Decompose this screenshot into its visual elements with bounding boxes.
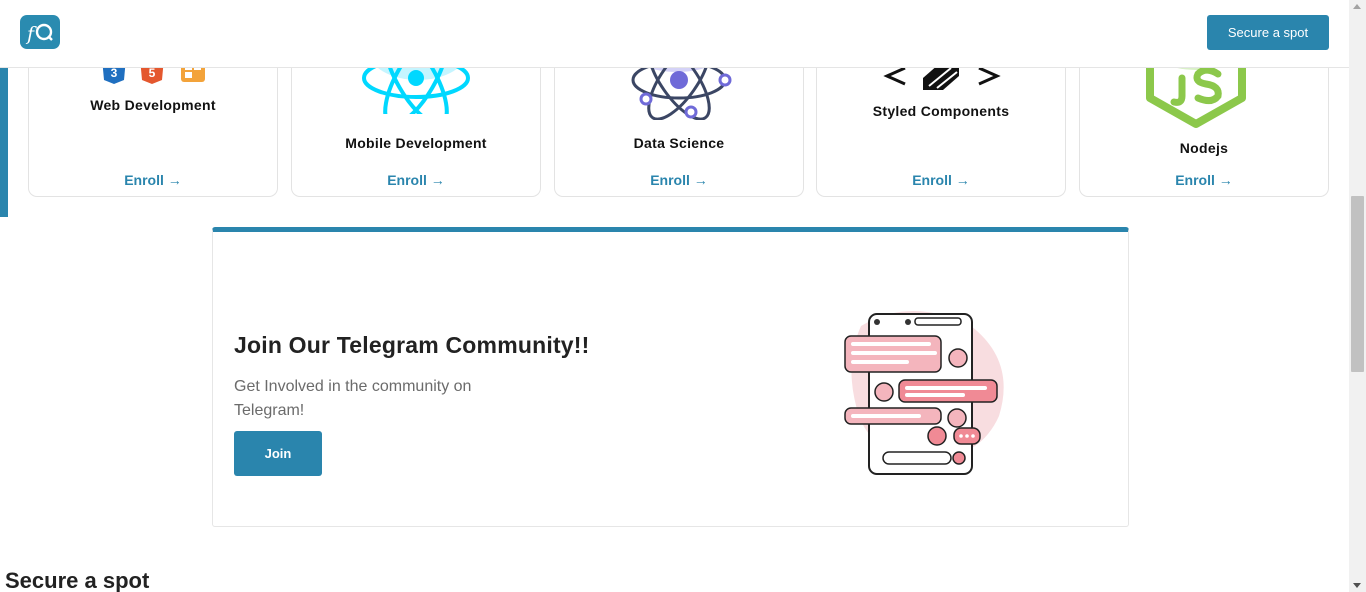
- secure-spot-button[interactable]: Secure a spot: [1207, 15, 1329, 50]
- scroll-up-arrow-icon[interactable]: [1353, 4, 1361, 9]
- course-title: Data Science: [633, 135, 725, 151]
- enroll-link[interactable]: Enroll →: [817, 172, 1065, 188]
- enroll-link[interactable]: Enroll →: [555, 172, 803, 188]
- telegram-title: Join Our Telegram Community!!: [234, 332, 590, 358]
- course-title: Mobile Development: [345, 135, 487, 151]
- secure-spot-heading: Secure a spot: [5, 568, 150, 592]
- scrollbar-thumb[interactable]: [1351, 196, 1364, 372]
- svg-text:f: f: [25, 23, 37, 45]
- chat-phone-illustration: [844, 311, 1004, 475]
- svg-text:3: 3: [111, 66, 118, 80]
- brand-logo[interactable]: f: [20, 15, 60, 49]
- join-button[interactable]: Join: [234, 431, 322, 476]
- telegram-description: Get Involved in the community on Telegra…: [234, 378, 472, 419]
- left-accent-bar: [0, 68, 8, 217]
- enroll-link[interactable]: Enroll →: [29, 172, 277, 188]
- course-title: Styled Components: [872, 103, 1010, 119]
- enroll-link[interactable]: Enroll →: [292, 172, 540, 188]
- course-title: Web Development: [90, 97, 216, 113]
- svg-text:5: 5: [149, 66, 156, 80]
- course-title: Nodejs: [1179, 140, 1229, 156]
- enroll-link[interactable]: Enroll →: [1080, 172, 1328, 188]
- telegram-community-card: Join Our Telegram Community!! Get Involv…: [212, 227, 1129, 527]
- page-scrollbar[interactable]: [1349, 0, 1366, 592]
- scroll-down-arrow-icon[interactable]: [1353, 583, 1361, 588]
- top-header: f Secure a spot: [0, 0, 1349, 68]
